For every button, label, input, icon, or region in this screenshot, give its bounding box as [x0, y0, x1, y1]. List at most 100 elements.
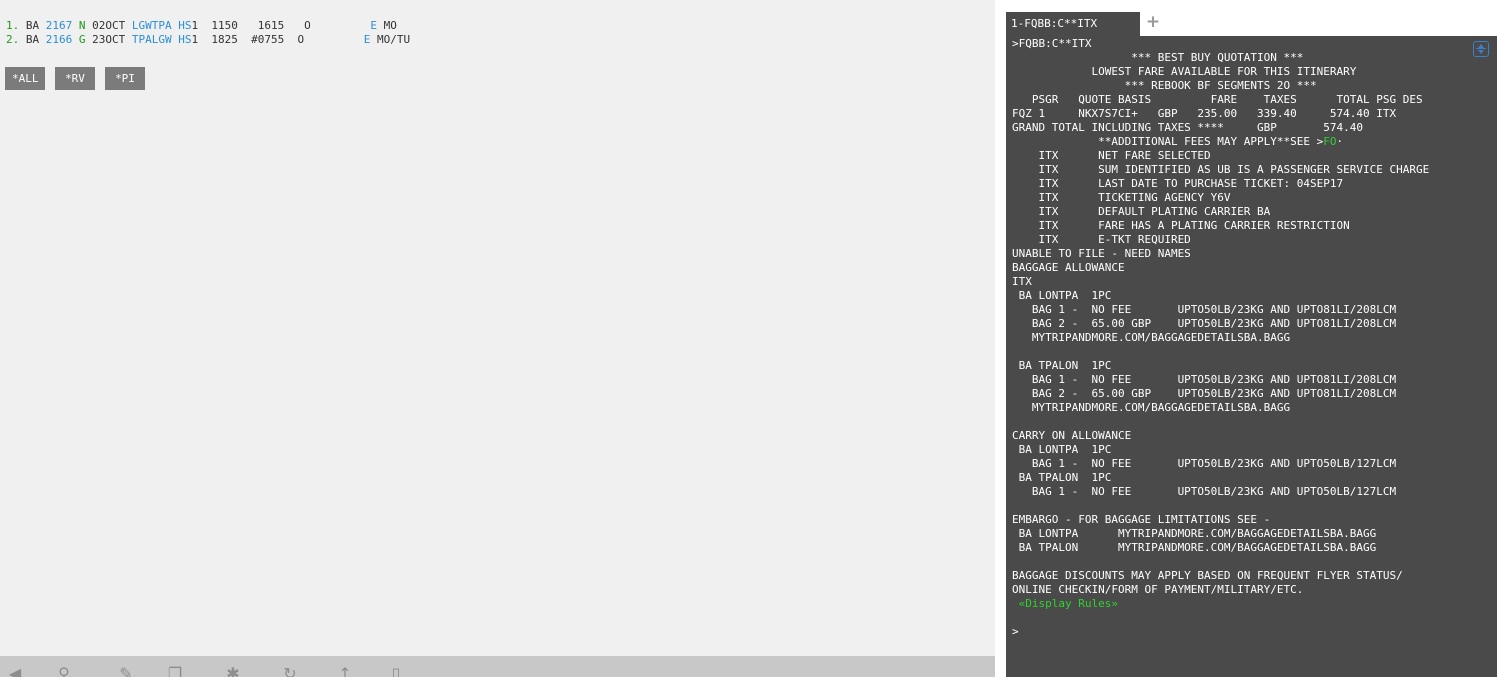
- command-prompt[interactable]: >: [1012, 625, 1019, 639]
- terminal-line: BA LONTPA 1PC: [1012, 443, 1429, 457]
- terminal-line: BAG 1 - NO FEE UPTO50LB/23KG AND UPTO50L…: [1012, 457, 1429, 471]
- terminal-line: PSGR QUOTE BASIS FARE TAXES TOTAL PSG DE…: [1012, 93, 1429, 107]
- segment-route: TPALGW: [131, 33, 172, 46]
- terminal-line: ITX TICKETING AGENCY Y6V: [1012, 191, 1429, 205]
- fo-suffix: ·: [1336, 135, 1344, 148]
- segment-date: 23OCT: [92, 33, 126, 46]
- terminal-line-text: ITX: [1012, 275, 1032, 288]
- terminal-line-text: EMBARGO - FOR BAGGAGE LIMITATIONS SEE -: [1012, 513, 1271, 526]
- copy-icon[interactable]: ❐: [166, 665, 184, 677]
- add-tab-icon[interactable]: +: [1145, 12, 1161, 32]
- terminal-line-text: GRAND TOTAL INCLUDING TAXES **** GBP 574…: [1012, 121, 1363, 134]
- terminal-line-text: BAG 1 - NO FEE UPTO50LB/23KG AND UPTO50L…: [1012, 457, 1397, 470]
- segment-eticket: E: [370, 19, 377, 32]
- fo-link[interactable]: FO: [1323, 135, 1336, 148]
- segment-row[interactable]: 2. BA 2166 G 23OCT TPALGW HS1 1825 #0755…: [6, 33, 410, 47]
- terminal-line: ITX LAST DATE TO PURCHASE TICKET: 04SEP1…: [1012, 177, 1429, 191]
- terminal-line: ITX DEFAULT PLATING CARRIER BA: [1012, 205, 1429, 219]
- scroll-toggle-icon[interactable]: [1473, 41, 1489, 57]
- pane-divider[interactable]: [995, 0, 1006, 677]
- terminal-line: BAG 2 - 65.00 GBP UPTO50LB/23KG AND UPTO…: [1012, 387, 1429, 401]
- segment-class: G: [78, 33, 86, 46]
- terminal-line-text: BA LONTPA 1PC: [1012, 443, 1112, 456]
- segment-days: MO: [383, 19, 397, 32]
- terminal-line: ITX SUM IDENTIFIED AS UB IS A PASSENGER …: [1012, 163, 1429, 177]
- back-icon[interactable]: ◀: [6, 665, 24, 677]
- terminal-lines: >FQBB:C**ITX *** BEST BUY QUOTATION *** …: [1012, 37, 1429, 611]
- all-button[interactable]: *ALL: [5, 67, 45, 90]
- terminal-line: BAG 1 - NO FEE UPTO50LB/23KG AND UPTO81L…: [1012, 373, 1429, 387]
- segment-number: 1.: [6, 19, 20, 32]
- arrow-icon[interactable]: ↑: [336, 665, 354, 677]
- terminal-line-text: ITX TICKETING AGENCY Y6V: [1012, 191, 1231, 204]
- terminal-line-text: BAG 2 - 65.00 GBP UPTO50LB/23KG AND UPTO…: [1012, 317, 1397, 330]
- segment-row[interactable]: 1. BA 2167 N 02OCT LGWTPA HS1 1150 1615 …: [6, 19, 410, 33]
- terminal-line-text: BAGGAGE ALLOWANCE: [1012, 261, 1125, 274]
- terminal-line: CARRY ON ALLOWANCE: [1012, 429, 1429, 443]
- terminal-line-text: >FQBB:C**ITX: [1012, 37, 1092, 50]
- rv-button[interactable]: *RV: [55, 67, 95, 90]
- terminal-line: **ADDITIONAL FEES MAY APPLY**SEE >FO·: [1012, 135, 1429, 149]
- search-icon[interactable]: ⚲: [55, 665, 73, 677]
- terminal-line: ONLINE CHECKIN/FORM OF PAYMENT/MILITARY/…: [1012, 583, 1429, 597]
- pnr-pane: 1. BA 2167 N 02OCT LGWTPA HS1 1150 1615 …: [0, 0, 995, 677]
- pi-button[interactable]: *PI: [105, 67, 145, 90]
- terminal-line-text: ITX NET FARE SELECTED: [1012, 149, 1211, 162]
- terminal-line: LOWEST FARE AVAILABLE FOR THIS ITINERARY: [1012, 65, 1429, 79]
- terminal-line: BAG 1 - NO FEE UPTO50LB/23KG AND UPTO81L…: [1012, 303, 1429, 317]
- segment-status: HS: [178, 33, 192, 46]
- bottom-toolbar: ◀ ⚲ ✎ ❐ ✱ ↻ ↑ ▯: [0, 656, 995, 677]
- terminal-line: GRAND TOTAL INCLUDING TAXES **** GBP 574…: [1012, 121, 1429, 135]
- segment-class: N: [78, 19, 86, 32]
- tab-fqbb[interactable]: 1-FQBB:C**ITX: [1006, 12, 1140, 36]
- terminal-line-text: BA LONTPA MYTRIPANDMORE.COM/BAGGAGEDETAI…: [1012, 527, 1377, 540]
- segment-date: 02OCT: [92, 19, 126, 32]
- segment-status: HS: [178, 19, 192, 32]
- refresh-icon[interactable]: ↻: [281, 665, 299, 677]
- terminal-line-text: BAG 1 - NO FEE UPTO50LB/23KG AND UPTO81L…: [1012, 303, 1397, 316]
- terminal-line-text: **ADDITIONAL FEES MAY APPLY**SEE >: [1012, 135, 1324, 148]
- segment-dep-time: 1825: [211, 33, 238, 46]
- terminal-line-text: ITX FARE HAS A PLATING CARRIER RESTRICTI…: [1012, 219, 1350, 232]
- terminal-line: ITX E-TKT REQUIRED: [1012, 233, 1429, 247]
- segment-qty: 1: [191, 19, 199, 32]
- terminal-line: BAGGAGE DISCOUNTS MAY APPLY BASED ON FRE…: [1012, 569, 1429, 583]
- terminal-line: BA LONTPA MYTRIPANDMORE.COM/BAGGAGEDETAI…: [1012, 527, 1429, 541]
- display-rules-link[interactable]: «Display Rules»: [1012, 597, 1429, 611]
- terminal-line-text: ITX E-TKT REQUIRED: [1012, 233, 1191, 246]
- terminal-line: BAG 2 - 65.00 GBP UPTO50LB/23KG AND UPTO…: [1012, 317, 1429, 331]
- terminal-line: ITX FARE HAS A PLATING CARRIER RESTRICTI…: [1012, 219, 1429, 233]
- settings-icon[interactable]: ✱: [224, 665, 242, 677]
- terminal-line-text: CARRY ON ALLOWANCE: [1012, 429, 1132, 442]
- document-icon[interactable]: ▯: [387, 665, 405, 677]
- segment-eticket: E: [363, 33, 371, 46]
- terminal-line: *** BEST BUY QUOTATION ***: [1012, 51, 1429, 65]
- terminal-line-text: ITX SUM IDENTIFIED AS UB IS A PASSENGER …: [1012, 163, 1430, 176]
- terminal-line: *** REBOOK BF SEGMENTS 2O ***: [1012, 79, 1429, 93]
- terminal-pane: 1-FQBB:C**ITX + >FQBB:C**ITX *** BEST BU…: [1006, 0, 1497, 677]
- terminal-line: BA LONTPA 1PC: [1012, 289, 1429, 303]
- terminal-line-text: *** BEST BUY QUOTATION ***: [1012, 51, 1304, 64]
- terminal-line-text: BA LONTPA 1PC: [1012, 289, 1112, 302]
- terminal-line-text: BA TPALON 1PC: [1012, 359, 1112, 372]
- terminal-output[interactable]: >FQBB:C**ITX *** BEST BUY QUOTATION *** …: [1006, 36, 1497, 677]
- command-buttons: *ALL *RV *PI: [5, 67, 145, 90]
- edit-icon[interactable]: ✎: [117, 665, 135, 677]
- segment-list: 1. BA 2167 N 02OCT LGWTPA HS1 1150 1615 …: [6, 19, 410, 47]
- terminal-line: UNABLE TO FILE - NEED NAMES: [1012, 247, 1429, 261]
- segment-flight: 2167: [45, 19, 73, 32]
- terminal-line-text: BAG 1 - NO FEE UPTO50LB/23KG AND UPTO50L…: [1012, 485, 1397, 498]
- segment-flag: O: [304, 19, 311, 32]
- terminal-line-text: BAG 1 - NO FEE UPTO50LB/23KG AND UPTO81L…: [1012, 373, 1397, 386]
- terminal-line: BA TPALON 1PC: [1012, 471, 1429, 485]
- terminal-line-text: BAGGAGE DISCOUNTS MAY APPLY BASED ON FRE…: [1012, 569, 1403, 582]
- terminal-line-text: MYTRIPANDMORE.COM/BAGGAGEDETAILSBA.BAGG: [1012, 331, 1291, 344]
- terminal-line: BA TPALON MYTRIPANDMORE.COM/BAGGAGEDETAI…: [1012, 541, 1429, 555]
- terminal-line: BAG 1 - NO FEE UPTO50LB/23KG AND UPTO50L…: [1012, 485, 1429, 499]
- terminal-line: MYTRIPANDMORE.COM/BAGGAGEDETAILSBA.BAGG: [1012, 331, 1429, 345]
- segment-flight: 2166: [45, 33, 73, 46]
- terminal-line-text: ONLINE CHECKIN/FORM OF PAYMENT/MILITARY/…: [1012, 583, 1304, 596]
